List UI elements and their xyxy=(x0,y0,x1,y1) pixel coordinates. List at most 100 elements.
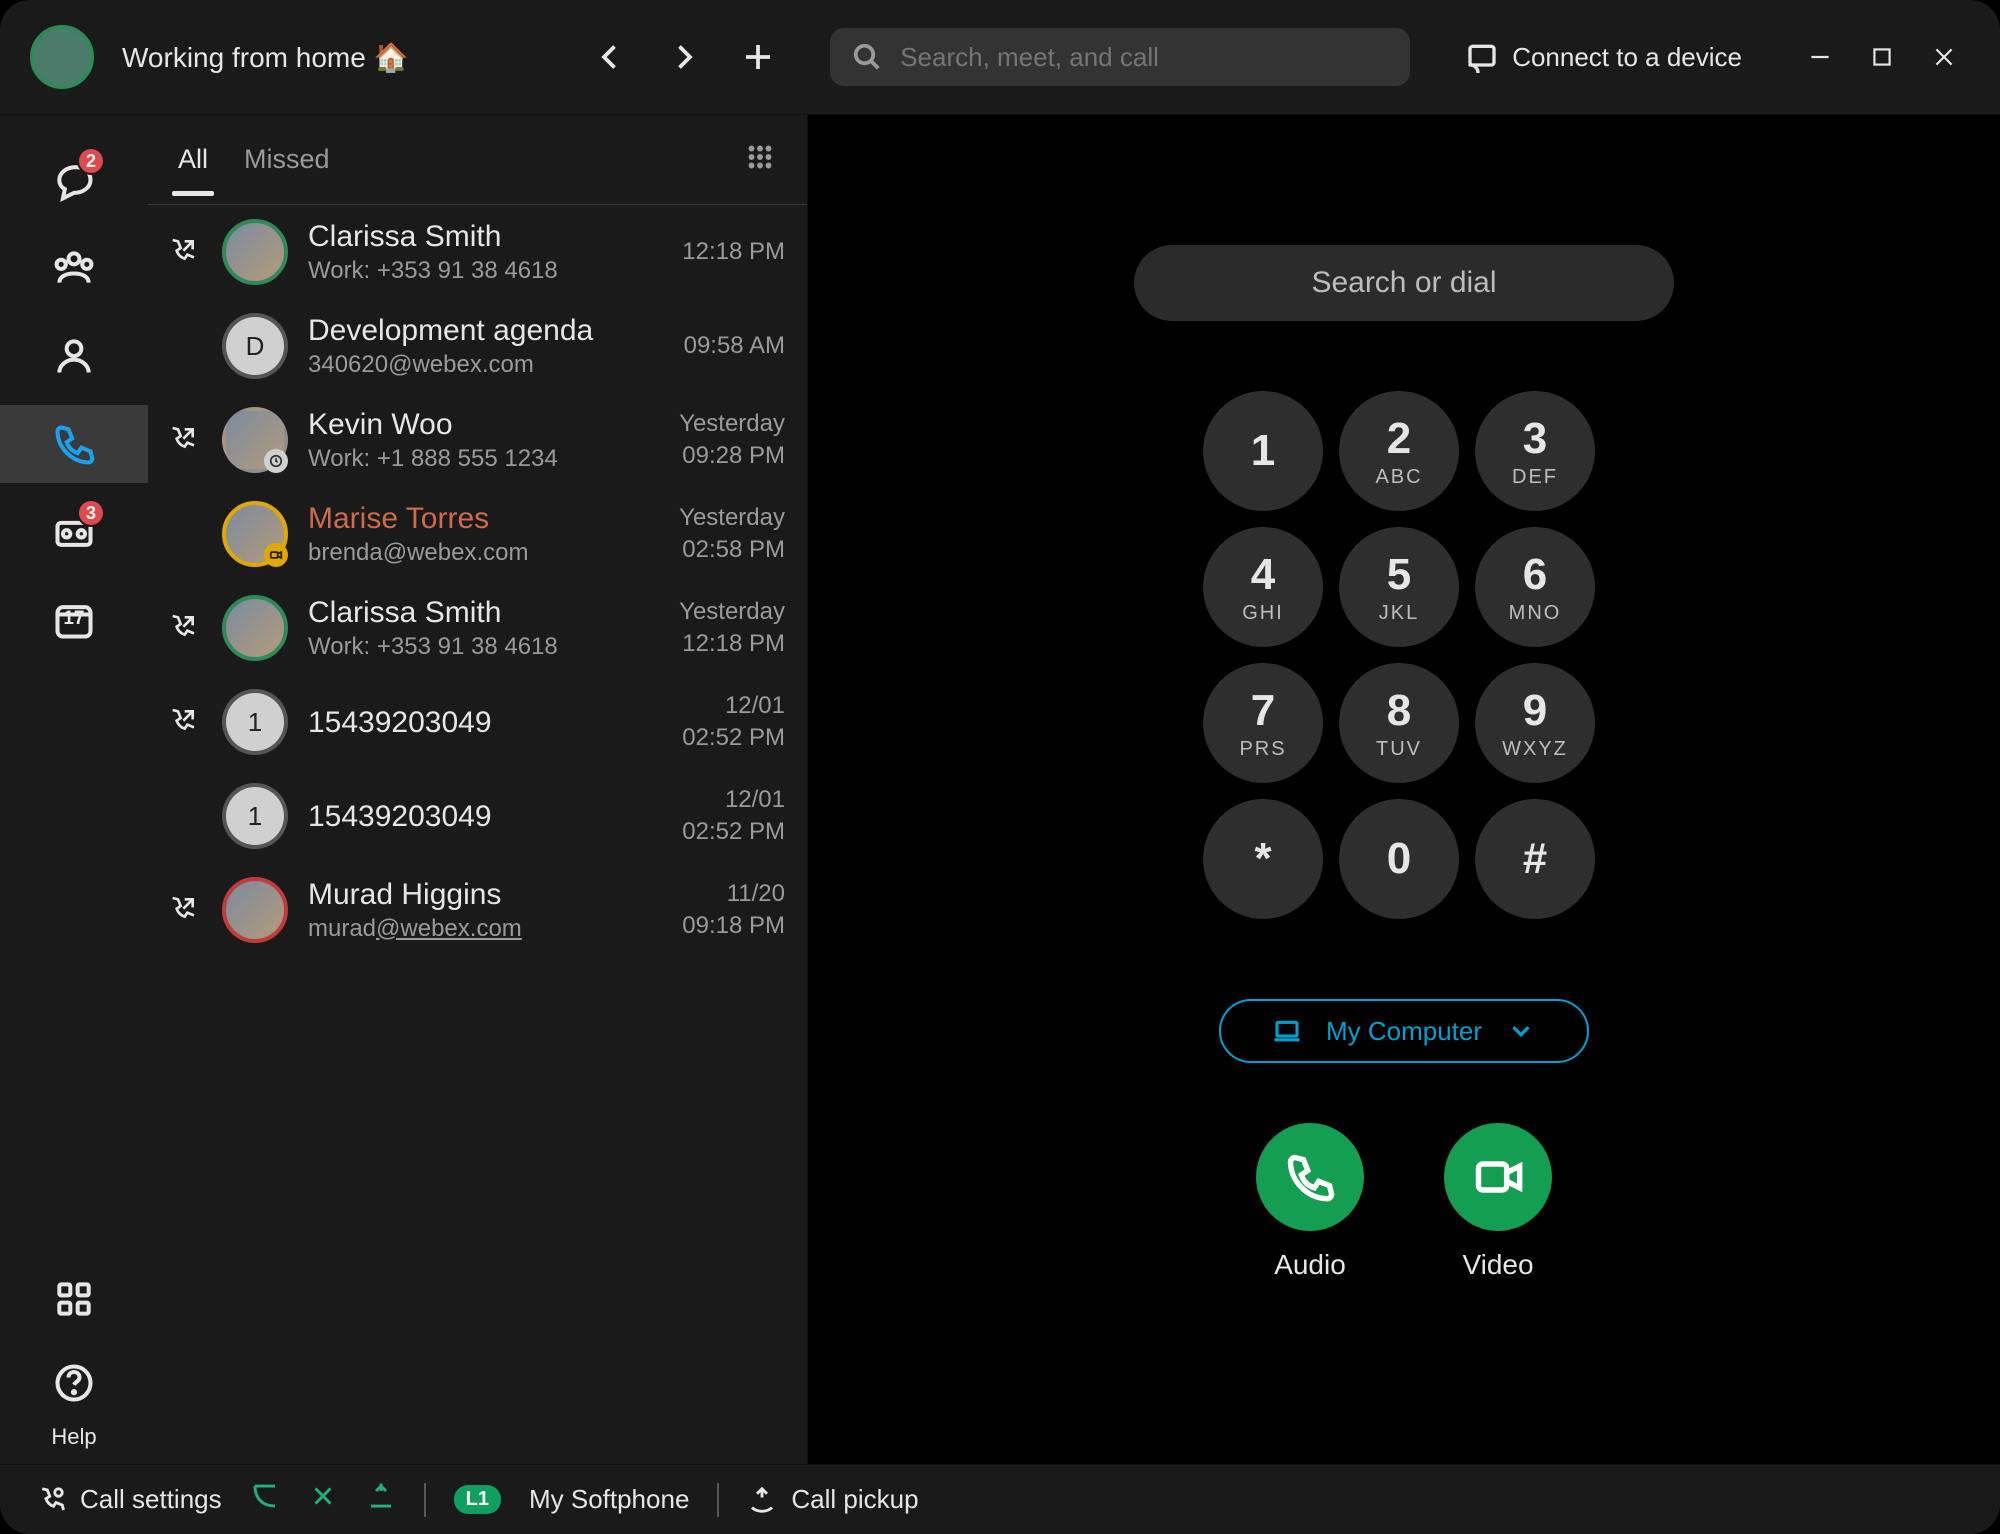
call-row[interactable]: Clarissa Smith Work: +353 91 38 4618 Yeste… xyxy=(148,581,807,675)
call-time: Yesterday12:18 PM xyxy=(679,596,785,661)
rail-apps[interactable] xyxy=(35,1260,113,1338)
call-settings-label: Call settings xyxy=(80,1484,222,1515)
chevron-down-icon xyxy=(1506,1016,1536,1046)
window-close[interactable] xyxy=(1918,31,1970,83)
connect-device-label: Connect to a device xyxy=(1512,42,1742,73)
call-info: 15439203049 xyxy=(308,800,662,833)
window-minimize[interactable] xyxy=(1794,31,1846,83)
call-info: Clarissa Smith Work: +353 91 38 4618 xyxy=(308,596,659,661)
contact-name: Clarissa Smith xyxy=(308,596,659,629)
call-row[interactable]: Clarissa SmithWork: +353 91 38 461812:18… xyxy=(148,205,807,299)
call-buttons: Audio Video xyxy=(1256,1123,1552,1281)
call-time: 12:18 PM xyxy=(682,236,785,268)
rail-teams[interactable] xyxy=(35,229,113,307)
contact-name: Kevin Woo xyxy=(308,408,659,441)
back-button[interactable] xyxy=(582,29,638,85)
tab-all[interactable]: All xyxy=(178,144,208,195)
contact-detail: Work: +353 91 38 4618 xyxy=(308,633,659,661)
video-icon xyxy=(1472,1151,1524,1203)
contact-avatar xyxy=(222,877,288,943)
add-button[interactable] xyxy=(730,29,786,85)
keypad-letters: ABC xyxy=(1375,466,1422,489)
contact-avatar: D xyxy=(222,313,288,379)
contact-detail: Work: +1 888 555 1234 xyxy=(308,445,659,473)
rail-calendar[interactable]: 17 xyxy=(35,581,113,659)
keypad-key-0[interactable]: 0 xyxy=(1339,799,1459,919)
rail-calling[interactable] xyxy=(0,405,148,483)
rail-contacts[interactable] xyxy=(35,317,113,395)
contact-name: Murad Higgins xyxy=(308,878,662,911)
audio-call-label: Audio xyxy=(1274,1249,1346,1281)
status-label[interactable]: Working from home 🏠 xyxy=(122,41,408,74)
device-selector[interactable]: My Computer xyxy=(1219,999,1589,1063)
video-badge-icon xyxy=(264,543,288,567)
call-pickup-button[interactable]: Call pickup xyxy=(747,1484,918,1515)
self-avatar[interactable] xyxy=(30,25,94,89)
keypad-key-3[interactable]: 3DEF xyxy=(1475,391,1595,511)
call-time: 09:58 AM xyxy=(684,330,785,362)
rail-chat[interactable]: 2 xyxy=(35,141,113,219)
keypad-key-#[interactable]: # xyxy=(1475,799,1595,919)
keypad-digit: 0 xyxy=(1387,834,1411,884)
laptop-icon xyxy=(1272,1016,1302,1046)
contact-avatar xyxy=(222,501,288,567)
phone-line-icon-2[interactable] xyxy=(308,1481,338,1518)
apps-icon xyxy=(52,1277,96,1321)
call-time: 12/0102:52 PM xyxy=(682,690,785,755)
open-dialpad-button[interactable] xyxy=(743,140,777,179)
contact-detail: 340620@webex.com xyxy=(308,351,664,379)
call-row[interactable]: Kevin Woo Work: +1 888 555 1234 Yesterday0… xyxy=(148,393,807,487)
phone-line-icon-3[interactable] xyxy=(366,1481,396,1518)
keypad-key-4[interactable]: 4GHI xyxy=(1203,527,1323,647)
call-row[interactable]: 11543920304912/0102:52 PM xyxy=(148,675,807,769)
keypad-key-2[interactable]: 2ABC xyxy=(1339,391,1459,511)
call-row[interactable]: Murad Higginsmurad@webex.com11/2009:18 P… xyxy=(148,863,807,957)
outgoing-call-icon xyxy=(166,894,198,926)
keypad-key-7[interactable]: 7PRS xyxy=(1203,663,1323,783)
global-search-input[interactable] xyxy=(898,41,1388,74)
maximize-icon xyxy=(1869,44,1895,70)
keypad-key-*[interactable]: * xyxy=(1203,799,1323,919)
rail-help[interactable] xyxy=(35,1344,113,1422)
clock-badge-icon xyxy=(264,449,288,473)
window-maximize[interactable] xyxy=(1856,31,1908,83)
global-search[interactable] xyxy=(830,28,1410,86)
call-row[interactable]: DDevelopment agenda340620@webex.com09:58… xyxy=(148,299,807,393)
keypad-digit: 2 xyxy=(1387,414,1411,464)
phone-icon xyxy=(52,422,96,466)
keypad-key-6[interactable]: 6MNO xyxy=(1475,527,1595,647)
help-icon xyxy=(52,1361,96,1405)
keypad-digit: 5 xyxy=(1387,550,1411,600)
keypad-digit: 1 xyxy=(1251,426,1275,476)
call-row[interactable]: 11543920304912/0102:52 PM xyxy=(148,769,807,863)
call-row[interactable]: Marise Torresbrenda@webex.comYesterday02… xyxy=(148,487,807,581)
contact-avatar xyxy=(222,595,288,661)
connect-device-button[interactable]: Connect to a device xyxy=(1466,41,1742,73)
keypad-key-5[interactable]: 5JKL xyxy=(1339,527,1459,647)
keypad-letters: WXYZ xyxy=(1502,738,1568,761)
dial-search-field[interactable]: Search or dial xyxy=(1134,245,1674,321)
device-label: My Computer xyxy=(1326,1016,1482,1047)
rail-voicemail[interactable]: 3 xyxy=(35,493,113,571)
audio-call-button[interactable]: Audio xyxy=(1256,1123,1364,1281)
call-info: 15439203049 xyxy=(308,706,662,739)
call-direction xyxy=(162,236,202,268)
keypad-letters: DEF xyxy=(1512,466,1558,489)
keypad-key-8[interactable]: 8TUV xyxy=(1339,663,1459,783)
contact-detail: brenda@webex.com xyxy=(308,539,659,567)
keypad-letters: TUV xyxy=(1376,738,1422,761)
body: 2 3 17 xyxy=(0,114,2000,1464)
video-call-button[interactable]: Video xyxy=(1444,1123,1552,1281)
forward-button[interactable] xyxy=(656,29,712,85)
call-settings-button[interactable]: Call settings xyxy=(36,1484,222,1515)
call-time: Yesterday09:28 PM xyxy=(679,408,785,473)
tab-missed[interactable]: Missed xyxy=(244,144,330,195)
call-pickup-label: Call pickup xyxy=(791,1484,918,1515)
teams-icon xyxy=(52,246,96,290)
voicemail-badge: 3 xyxy=(77,499,105,527)
phone-line-icon-1[interactable] xyxy=(250,1481,280,1518)
keypad-key-1[interactable]: 1 xyxy=(1203,391,1323,511)
keypad-key-9[interactable]: 9WXYZ xyxy=(1475,663,1595,783)
softphone-label[interactable]: My Softphone xyxy=(529,1484,689,1515)
contact-name: Marise Torres xyxy=(308,502,659,535)
